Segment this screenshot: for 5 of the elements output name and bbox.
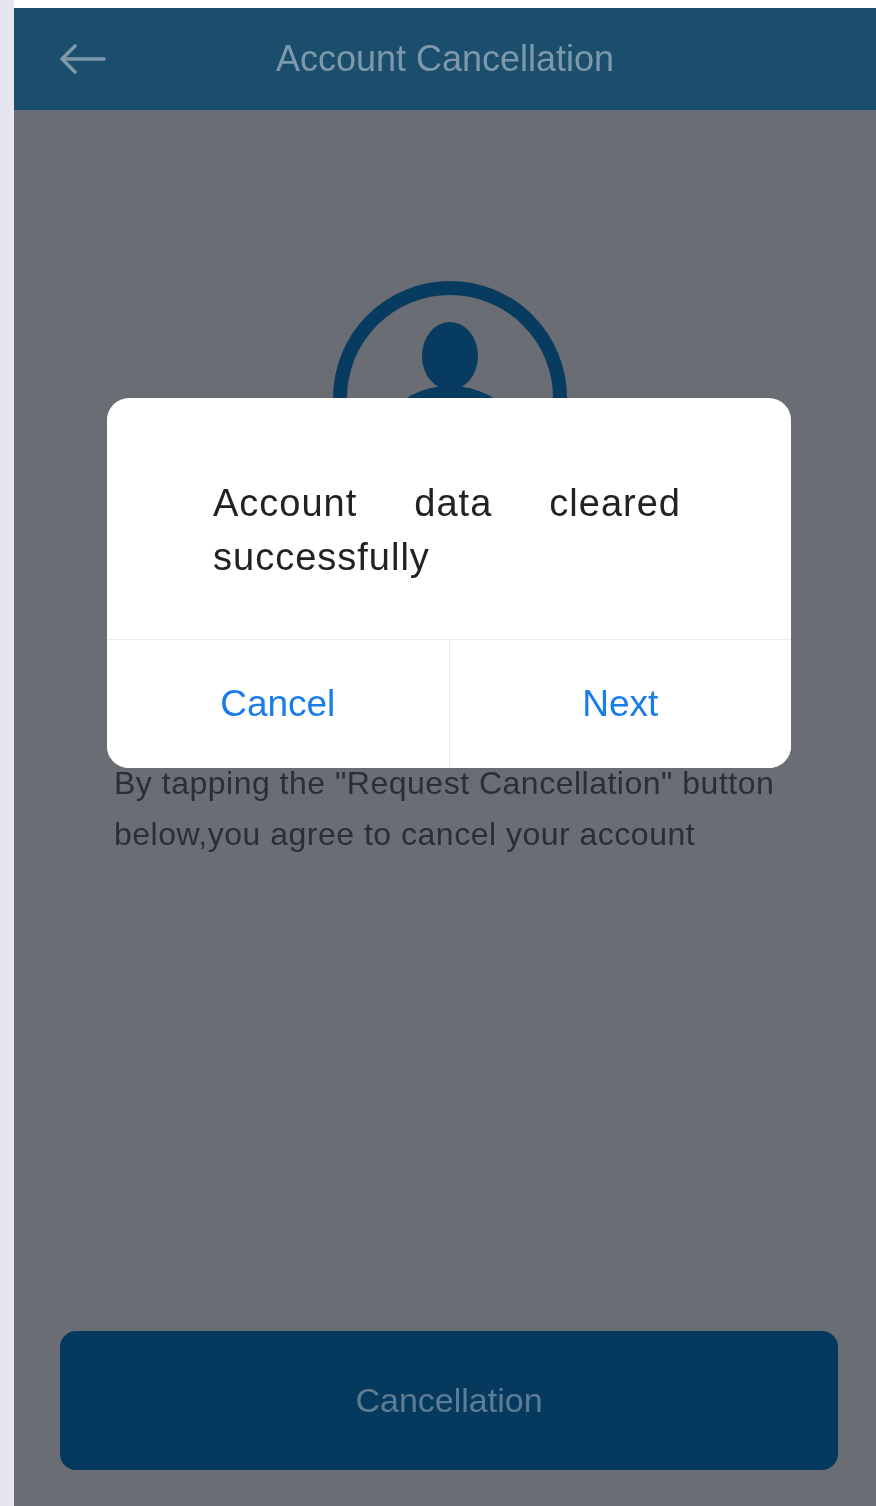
next-button[interactable]: Next [448, 640, 791, 768]
screen-title: Account Cancellation [275, 38, 615, 80]
cancellation-button[interactable]: Cancellation [60, 1331, 838, 1470]
back-arrow-icon[interactable] [58, 44, 106, 74]
dialog-message: Account data cleared successfully [212, 481, 682, 580]
